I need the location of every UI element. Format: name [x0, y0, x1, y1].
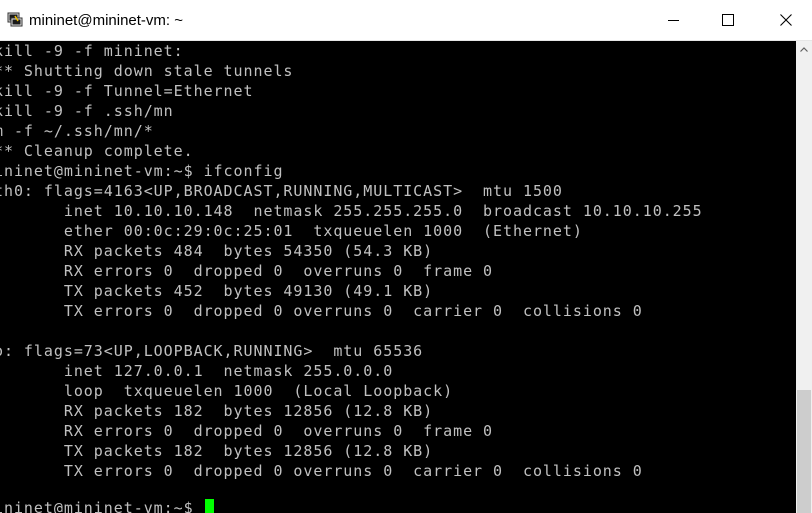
- scroll-up-arrow-icon: [800, 47, 808, 52]
- terminal-line: loop txqueuelen 1000 (Local Loopback): [0, 382, 454, 400]
- terminal-line: TX packets 182 bytes 12856 (12.8 KB): [0, 442, 434, 460]
- close-icon: [780, 14, 792, 26]
- minimize-icon: [668, 20, 679, 21]
- terminal-line: TX errors 0 dropped 0 overruns 0 carrier…: [0, 302, 643, 320]
- terminal-line: *** Cleanup complete.: [0, 142, 194, 160]
- scrollbar-thumb[interactable]: [797, 390, 811, 513]
- text-cursor: [204, 499, 214, 513]
- terminal-line: RX errors 0 dropped 0 overruns 0 frame 0: [0, 262, 494, 280]
- minimize-button[interactable]: [651, 0, 697, 40]
- terminal-line: RX packets 182 bytes 12856 (12.8 KB): [0, 402, 434, 420]
- window-title: mininet@mininet-vm: ~: [29, 12, 184, 29]
- terminal-output[interactable]: pkill -9 -f mininet: *** Shutting down s…: [0, 41, 796, 513]
- vertical-scrollbar[interactable]: [796, 41, 812, 513]
- maximize-icon: [722, 14, 734, 26]
- maximize-button[interactable]: [705, 0, 751, 40]
- scroll-up-button[interactable]: [796, 41, 812, 58]
- putty-terminal-icon[interactable]: [7, 12, 23, 27]
- terminal-line: inet 10.10.10.148 netmask 255.255.255.0 …: [0, 202, 703, 220]
- terminal-prompt-line[interactable]: mininet@mininet-vm:~$: [0, 498, 214, 513]
- terminal-line: *** Shutting down stale tunnels: [0, 62, 294, 80]
- terminal-line: eth0: flags=4163<UP,BROADCAST,RUNNING,MU…: [0, 182, 563, 200]
- terminal-prompt: mininet@mininet-vm:~$: [0, 499, 204, 513]
- terminal-line: TX packets 452 bytes 49130 (49.1 KB): [0, 282, 434, 300]
- terminal-line: pkill -9 -f Tunnel=Ethernet: [0, 82, 254, 100]
- terminal-line: pkill -9 -f .ssh/mn: [0, 102, 174, 120]
- terminal-line: RX errors 0 dropped 0 overruns 0 frame 0: [0, 422, 494, 440]
- putty-window: mininet@mininet-vm: ~ pkill -9 -f minine…: [0, 0, 812, 513]
- terminal-line: rm -f ~/.ssh/mn/*: [0, 122, 154, 140]
- terminal-line: inet 127.0.0.1 netmask 255.0.0.0: [0, 362, 394, 380]
- title-bar[interactable]: mininet@mininet-vm: ~: [0, 0, 812, 41]
- terminal-line: RX packets 484 bytes 54350 (54.3 KB): [0, 242, 434, 260]
- terminal-line: lo: flags=73<UP,LOOPBACK,RUNNING> mtu 65…: [0, 342, 424, 360]
- terminal-line: pkill -9 -f mininet:: [0, 42, 184, 60]
- terminal-line: TX errors 0 dropped 0 overruns 0 carrier…: [0, 462, 643, 480]
- terminal-line: mininet@mininet-vm:~$ ifconfig: [0, 162, 284, 180]
- close-button[interactable]: [763, 0, 809, 40]
- terminal-line: ether 00:0c:29:0c:25:01 txqueuelen 1000 …: [0, 222, 583, 240]
